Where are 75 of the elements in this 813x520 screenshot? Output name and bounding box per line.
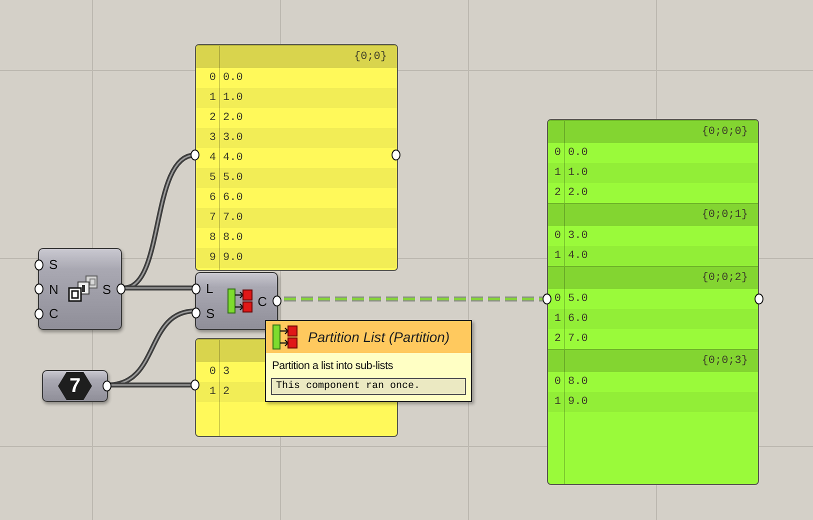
output-label: C (258, 294, 267, 308)
item-value: 4.0 (223, 152, 243, 164)
item-value: 5.0 (568, 293, 588, 305)
item-index: 1 (554, 396, 561, 408)
item-index: 1 (554, 167, 561, 179)
item-index: 0 (554, 376, 561, 388)
item-value: 7.0 (568, 333, 588, 345)
input-grip[interactable] (34, 308, 44, 319)
input-label: L (206, 281, 214, 296)
branch-path: {0;0;0} (702, 126, 749, 138)
item-index: 6 (209, 192, 216, 204)
output-label: S (102, 282, 111, 296)
item-index: 1 (209, 92, 216, 104)
item-value: 2.0 (568, 187, 588, 199)
panel-grip[interactable] (392, 150, 400, 160)
panel-grip[interactable] (542, 294, 552, 304)
item-index: 1 (554, 313, 561, 325)
item-value: 3.0 (223, 132, 243, 144)
item-index: 0 (554, 230, 561, 242)
item-index: 9 (209, 252, 216, 264)
tooltip-status: This component ran once. (271, 378, 466, 395)
input-grip[interactable] (34, 259, 44, 270)
input-grip[interactable] (34, 284, 44, 294)
input-label: N (49, 282, 58, 296)
item-value: 8.0 (568, 376, 588, 388)
item-index: 2 (554, 187, 561, 199)
item-index: 2 (554, 333, 561, 345)
item-value: 4.0 (568, 250, 588, 262)
item-index: 7 (209, 212, 216, 224)
item-index: 4 (209, 152, 216, 164)
item-value: 6.0 (223, 192, 243, 204)
input-grip[interactable] (192, 308, 200, 319)
partition-icon (272, 324, 298, 350)
item-value: 8.0 (223, 232, 243, 244)
panel-grip[interactable] (190, 150, 200, 160)
item-value: 0.0 (223, 72, 243, 84)
input-label: C (49, 306, 58, 321)
item-value: 0.0 (568, 147, 588, 159)
item-index: 2 (209, 112, 216, 124)
branch-path: {0;0} (354, 51, 388, 63)
item-value: 5.0 (223, 172, 243, 184)
panel-grip[interactable] (190, 380, 200, 390)
input-label: S (49, 257, 58, 272)
input-grip[interactable] (192, 283, 200, 294)
partition-icon (227, 288, 254, 314)
output-grip[interactable] (102, 380, 112, 392)
item-value: 1.0 (568, 167, 588, 179)
item-value: 3.0 (568, 230, 588, 242)
item-index: 8 (209, 232, 216, 244)
item-value: 6.0 (568, 313, 588, 325)
panel-grip[interactable] (754, 294, 764, 304)
output-grip[interactable] (272, 296, 282, 306)
item-index: 1 (554, 250, 561, 262)
item-value: 3 (223, 366, 230, 378)
item-value: 7.0 (223, 212, 243, 224)
output-grip[interactable] (116, 284, 126, 294)
item-index: 5 (209, 172, 216, 184)
branch-path: {0;0;1} (702, 209, 749, 221)
number-value: 7 (58, 372, 92, 400)
item-value: 1.0 (223, 92, 243, 104)
tooltip-title: Partition List (Partition) (308, 329, 450, 345)
item-value: 2.0 (223, 112, 243, 124)
item-value: 2 (223, 386, 230, 398)
branch-path: {0;0;3} (702, 355, 749, 367)
branch-path: {0;0;2} (702, 272, 749, 284)
item-index: 0 (209, 72, 216, 84)
tooltip-description: Partition a list into sub-lists (271, 359, 394, 374)
item-index: 1 (209, 386, 216, 398)
item-index: 0 (554, 293, 561, 305)
item-value: 9.0 (223, 252, 243, 264)
item-index: 0 (554, 147, 561, 159)
input-label: S (206, 306, 215, 321)
item-index: 0 (209, 366, 216, 378)
item-index: 3 (209, 132, 216, 144)
item-value: 9.0 (568, 396, 588, 408)
